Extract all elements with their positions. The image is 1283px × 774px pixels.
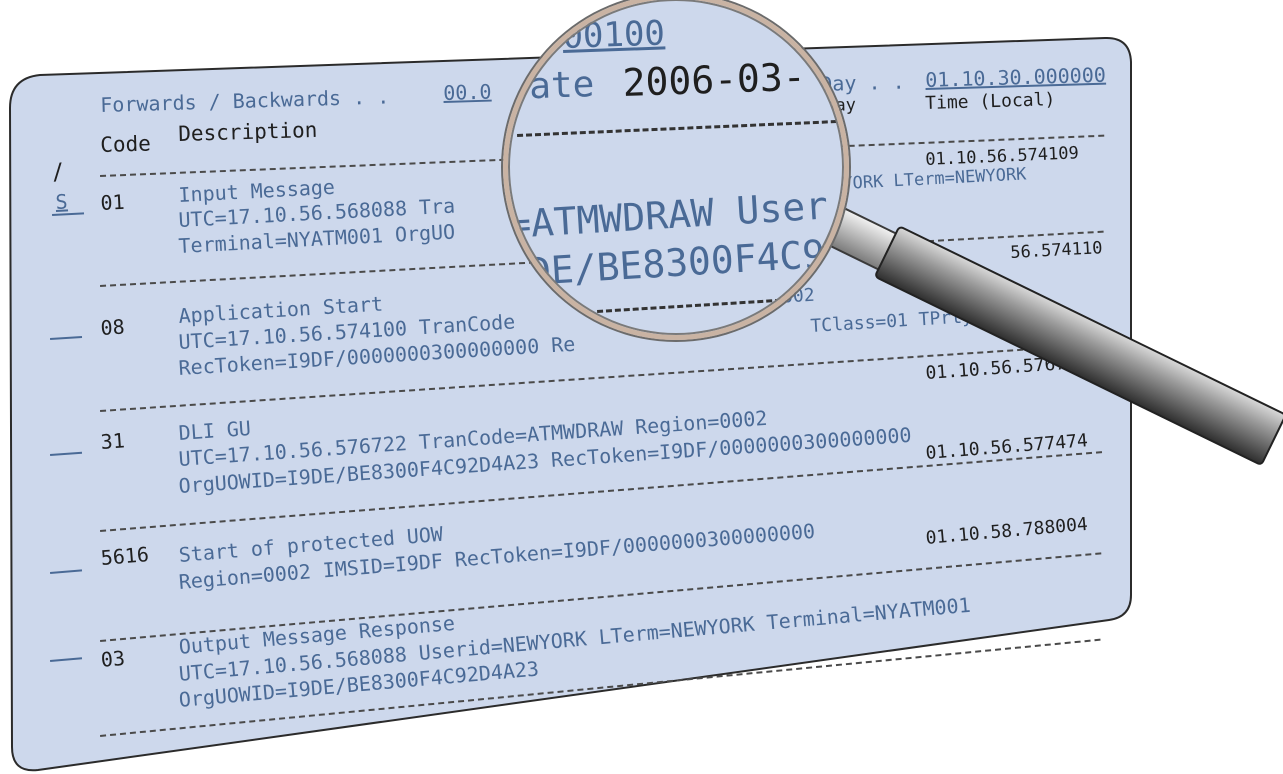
lens-line-2: DE/BE8300F4C9 xyxy=(526,231,827,294)
lens-date-label: Date xyxy=(507,63,595,108)
lens-divider-top xyxy=(517,120,837,137)
lens-top-value: 00100 xyxy=(561,13,666,57)
lens-date-value: 2006-03- xyxy=(621,54,807,105)
magnifier-lens: 00100 Date 2006-03- =ATMWDRAW User DE/BE… xyxy=(507,0,843,334)
